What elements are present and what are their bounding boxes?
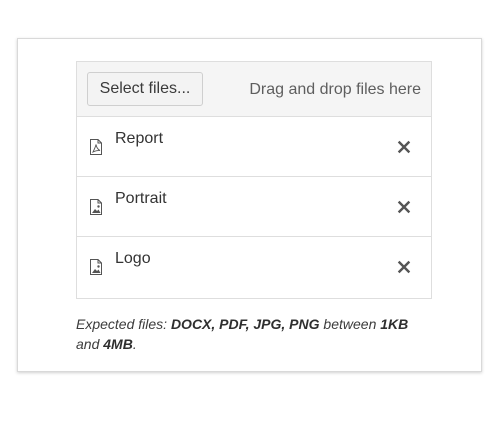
remove-file-button[interactable]: [393, 256, 415, 278]
file-restrictions-note: Expected files: DOCX, PDF, JPG, PNG betw…: [76, 314, 432, 354]
note-and: and: [76, 336, 104, 352]
min-size: 1KB: [380, 316, 409, 332]
allowed-types: DOCX, PDF, JPG, PNG: [170, 316, 320, 332]
image-file-icon: [88, 258, 104, 276]
close-icon: [397, 260, 411, 274]
close-icon: [397, 200, 411, 214]
close-icon: [397, 140, 411, 154]
file-row-logo: Logo: [77, 237, 431, 297]
file-name: Report: [115, 130, 164, 147]
note-between: between: [319, 316, 381, 332]
file-upload: Select files... Drag and drop files here…: [76, 61, 432, 299]
dropzone[interactable]: Select files... Drag and drop files here: [77, 62, 431, 117]
file-name: Logo: [115, 250, 151, 267]
remove-file-button[interactable]: [393, 196, 415, 218]
file-row-portrait: Portrait: [77, 177, 431, 237]
pdf-file-icon: [88, 138, 104, 156]
remove-file-button[interactable]: [393, 136, 415, 158]
select-files-button[interactable]: Select files...: [87, 72, 203, 106]
note-prefix: Expected files:: [76, 316, 171, 332]
image-file-icon: [88, 198, 104, 216]
upload-card: Select files... Drag and drop files here…: [17, 38, 482, 372]
note-suffix: .: [132, 336, 137, 352]
file-row-report: Report: [77, 117, 431, 177]
max-size: 4MB: [103, 336, 133, 352]
drop-hint: Drag and drop files here: [249, 81, 421, 98]
file-name: Portrait: [115, 190, 167, 207]
